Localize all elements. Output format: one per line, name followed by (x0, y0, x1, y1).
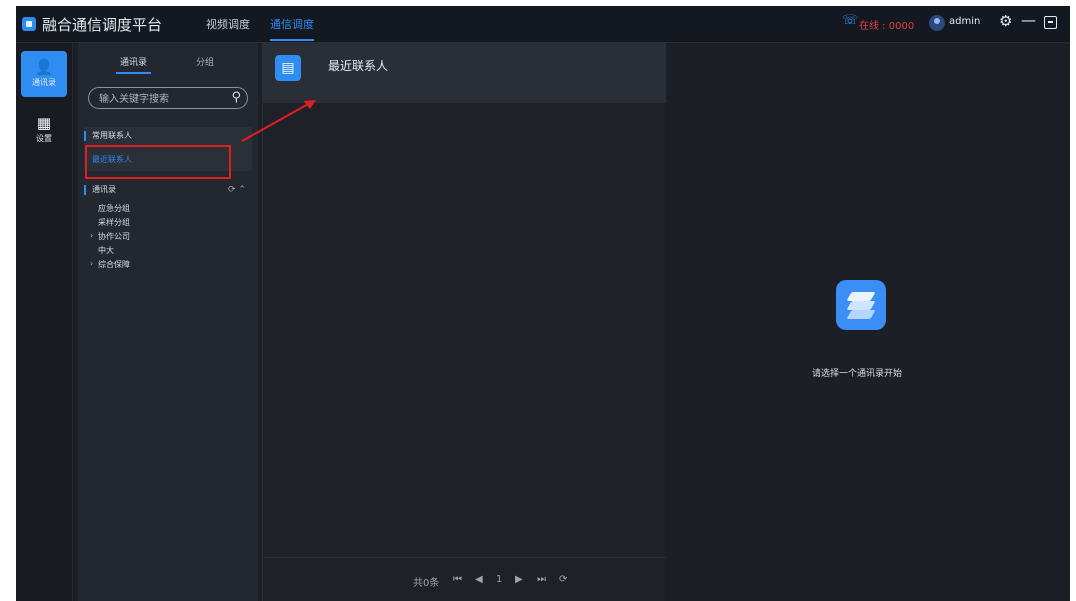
nav-video-dispatch[interactable]: 视频调度 (206, 16, 250, 32)
pagination: 共0条 ⏮ ◀ 1 ▶ ⏭ ⟳ (263, 557, 666, 601)
rail-label-settings: 设置 (36, 134, 52, 143)
highlight-box (85, 145, 231, 179)
layers-icon (836, 280, 886, 330)
tree-item[interactable]: 协作公司 (98, 231, 130, 242)
building-icon: ▦ (36, 114, 52, 132)
pager-summary: 共0条 (413, 578, 440, 589)
search-box: ⚲ (88, 87, 248, 109)
directory-actions-icon[interactable]: ⟳ ⌃ (228, 181, 246, 199)
chevron-right-icon[interactable]: › (90, 231, 93, 240)
rail-item-settings[interactable]: ▦ 设置 (21, 107, 67, 153)
search-input[interactable] (97, 91, 226, 107)
app-window: 融合通信调度平台 视频调度 通信调度 ☏ 在线 : 0000 admin ⚙ —… (16, 6, 1070, 601)
prev-page-icon[interactable]: ◀ (475, 574, 483, 585)
avatar[interactable] (929, 15, 945, 31)
tree-item[interactable]: 综合保障 (98, 259, 130, 270)
tree-item[interactable]: 应急分组 (98, 203, 130, 214)
detail-panel: 请选择一个通讯录开始 (666, 43, 1070, 601)
tab-groups[interactable]: 分组 (196, 55, 214, 68)
phone-icon[interactable]: ☏ (842, 13, 858, 28)
contacts-icon: 👤 (34, 58, 54, 76)
rail-label-contacts: 通讯录 (32, 78, 56, 87)
empty-hint: 请选择一个通讯录开始 (812, 369, 903, 379)
app-logo-icon (22, 17, 36, 31)
list-title: 最近联系人 (328, 59, 389, 73)
tree-item[interactable]: 采样分组 (98, 217, 130, 228)
minimize-icon[interactable]: — (1021, 11, 1036, 29)
username[interactable]: admin (949, 16, 980, 27)
page-number: 1 (496, 574, 503, 585)
gear-icon[interactable]: ⚙ (999, 12, 1012, 30)
tab-contacts[interactable]: 通讯录 (115, 55, 152, 74)
annotation-arrow (241, 100, 316, 142)
building-icon: ▤ (275, 55, 301, 81)
chevron-right-icon[interactable]: › (90, 259, 93, 268)
last-page-icon[interactable]: ⏭ (537, 574, 546, 585)
group-common-contacts[interactable]: 常用联系人 (84, 127, 252, 145)
exit-icon[interactable] (1044, 16, 1057, 29)
contacts-sidebar: 通讯录 分组 ⚲ 常用联系人 最近联系人 通讯录 ⟳ ⌃ 应急分组 采样分组 ›… (78, 43, 258, 601)
rail-item-contacts[interactable]: 👤 通讯录 (21, 51, 67, 97)
app-title: 融合通信调度平台 (42, 16, 163, 34)
next-page-icon[interactable]: ▶ (515, 574, 523, 585)
left-rail: 👤 通讯录 ▦ 设置 (16, 43, 73, 601)
group-directory[interactable]: 通讯录 (84, 181, 252, 199)
tree-item[interactable]: 中大 (98, 245, 114, 256)
nav-comm-dispatch[interactable]: 通信调度 (270, 16, 314, 41)
first-page-icon[interactable]: ⏮ (453, 574, 462, 585)
title-bar: 融合通信调度平台 视频调度 通信调度 ☏ 在线 : 0000 admin ⚙ — (16, 6, 1070, 43)
status-text: 在线 : 0000 (859, 21, 915, 32)
refresh-icon[interactable]: ⟳ (559, 574, 567, 585)
